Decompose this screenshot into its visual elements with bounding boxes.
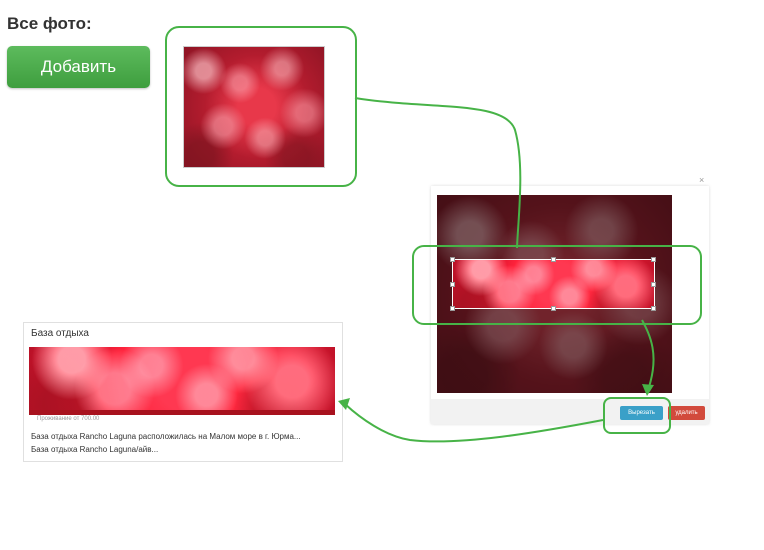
add-photo-button[interactable]: Добавить — [7, 46, 150, 88]
highlight-frame-crop-button — [603, 397, 671, 434]
card-description-line: База отдыха Rancho Laguna/айв... — [31, 445, 159, 454]
highlight-frame-crop-area — [412, 245, 702, 325]
card-caption-bar — [29, 410, 335, 415]
card-title: База отдыха — [31, 328, 89, 339]
close-icon[interactable]: × — [699, 175, 704, 185]
page-title: Все фото: — [7, 14, 92, 33]
card-image — [29, 347, 335, 410]
delete-button[interactable]: удалить — [668, 406, 705, 420]
card-description-line: База отдыха Rancho Laguna расположилась … — [31, 432, 301, 441]
card-description: База отдыха Rancho Laguna расположилась … — [31, 430, 337, 456]
highlight-frame-thumbnail — [165, 26, 357, 187]
card-price-caption: Проживание от 700.00 — [37, 416, 100, 422]
